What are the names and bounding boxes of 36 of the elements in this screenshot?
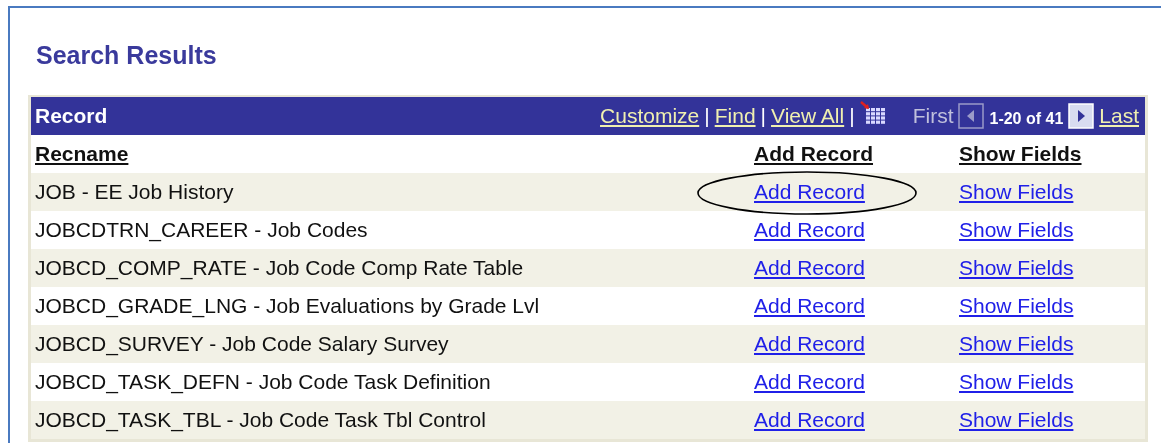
separator: | <box>849 104 855 128</box>
table-cell-text: JOB - EE Job History <box>35 180 235 204</box>
grid-link[interactable]: Customize <box>600 104 700 128</box>
add-record-link[interactable]: Add Record <box>754 370 865 393</box>
show-fields-link[interactable]: Show Fields <box>959 294 1074 317</box>
show-fields-link[interactable]: Show Fields <box>959 256 1074 279</box>
column-header[interactable]: Add Record <box>754 142 959 166</box>
column-header[interactable]: Recname <box>35 142 754 166</box>
show-fields-link[interactable]: Show Fields <box>959 370 1074 393</box>
next-icon[interactable] <box>1068 103 1095 129</box>
table-cell-text: JOBCD_SURVEY - Job Code Salary Survey <box>35 332 450 356</box>
add-record-link[interactable]: Add Record <box>754 294 865 317</box>
page-title: Search Results <box>35 40 218 71</box>
add-record-link[interactable]: Add Record <box>754 408 865 431</box>
table-cell-text: JOBCD_TASK_TBL - Job Code Task Tbl Control <box>35 408 487 432</box>
first-link: First <box>912 104 954 128</box>
download-grid-icon[interactable] <box>859 101 886 125</box>
show-fields-link[interactable]: Show Fields <box>959 180 1074 203</box>
table-cell-text: JOBCD_COMP_RATE - Job Code Comp Rate Table <box>35 256 525 280</box>
show-fields-link[interactable]: Show Fields <box>959 332 1074 355</box>
last-link[interactable]: Last <box>1099 104 1139 128</box>
add-record-link[interactable]: Add Record <box>754 332 865 355</box>
separator: | <box>704 104 710 128</box>
grid-link[interactable]: View All <box>771 104 845 128</box>
grid-title: Record <box>35 104 108 128</box>
separator: | <box>760 104 767 128</box>
row-range: 1-20 of 41 <box>989 108 1064 128</box>
table-cell-text: JOBCDTRN_CAREER - Job Codes <box>35 218 369 242</box>
grid-link[interactable]: Find <box>714 104 756 128</box>
table-cell-text: JOBCD_TASK_DEFN - Job Code Task Definition <box>35 370 492 394</box>
column-header[interactable]: Show Fields <box>959 142 1145 166</box>
add-record-link[interactable]: Add Record <box>754 256 865 279</box>
show-fields-link[interactable]: Show Fields <box>959 218 1074 241</box>
table-cell-text: JOBCD_GRADE_LNG - Job Evaluations by Grade Lvl <box>35 294 541 318</box>
show-fields-link[interactable]: Show Fields <box>959 408 1074 431</box>
add-record-link[interactable]: Add Record <box>754 218 865 241</box>
